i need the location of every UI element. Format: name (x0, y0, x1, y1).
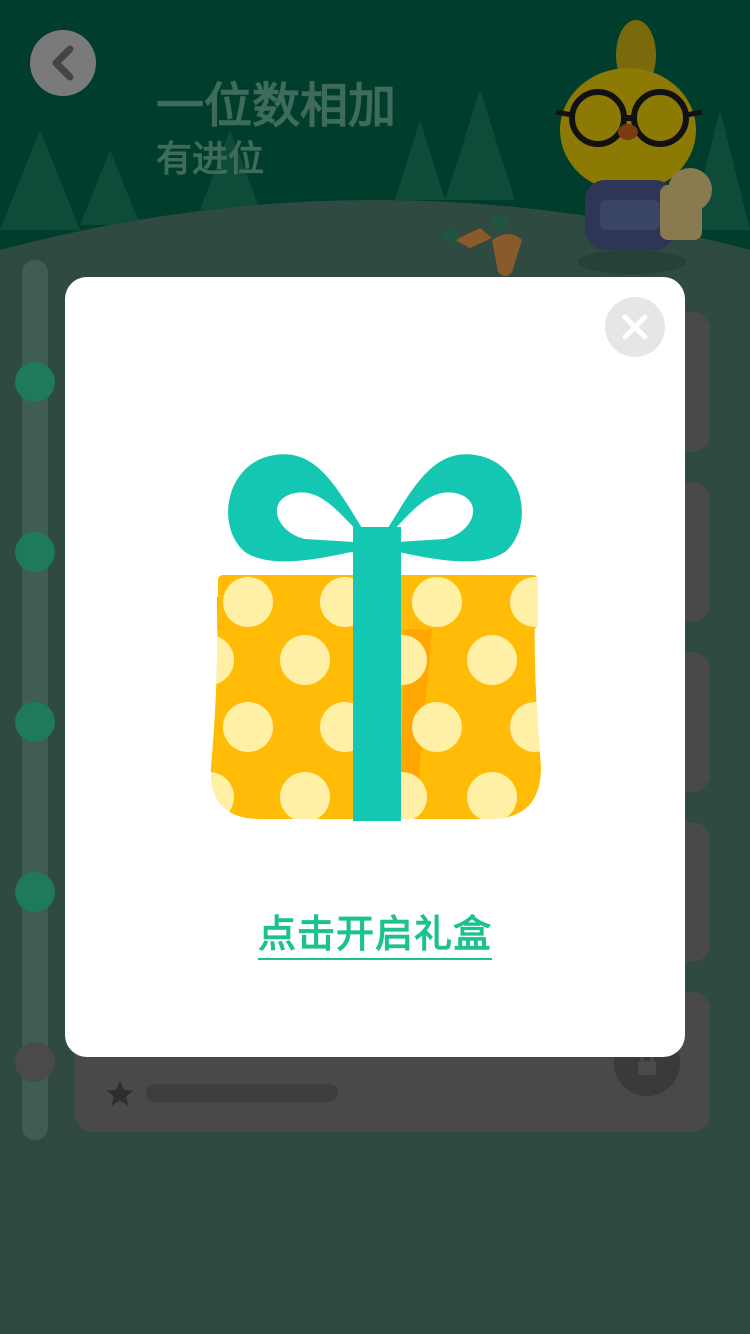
back-button[interactable] (30, 30, 96, 96)
open-gift-link[interactable]: 点击开启礼盒 (257, 912, 492, 960)
track-node (15, 532, 55, 572)
track-node (15, 362, 55, 402)
close-icon (622, 314, 648, 340)
open-gift-link-wrapper: 点击开启礼盒 (65, 903, 685, 960)
gift-modal: 点击开启礼盒 (65, 277, 685, 1057)
chevron-left-icon (52, 45, 74, 81)
forest-header (0, 0, 750, 300)
page-subtitle: 有进位 (156, 139, 265, 180)
track-node (15, 702, 55, 742)
close-button[interactable] (605, 297, 665, 357)
progress-bar (146, 1084, 338, 1102)
gift-box-icon[interactable] (205, 447, 545, 827)
page-title: 一位数相加 (156, 78, 397, 134)
track-node (15, 1042, 55, 1082)
star-icon (106, 1080, 134, 1106)
track-node (15, 872, 55, 912)
